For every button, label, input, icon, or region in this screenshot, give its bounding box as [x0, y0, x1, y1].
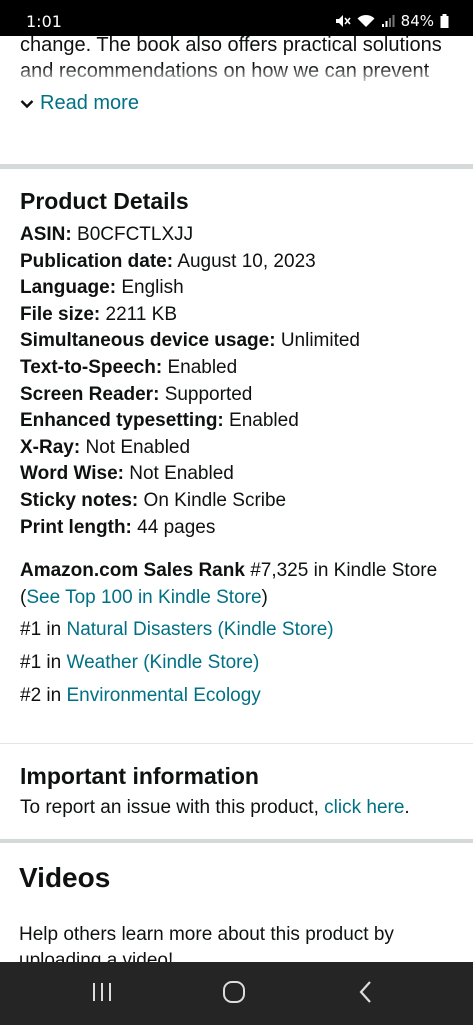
- mute-icon: [335, 14, 351, 28]
- section-divider: [0, 743, 473, 744]
- read-more-label: Read more: [40, 92, 139, 114]
- sales-rank-label: Amazon.com Sales Rank: [20, 560, 245, 581]
- detail-row-enhanced-typesetting: Enhanced typesetting: Enabled: [20, 410, 299, 432]
- wifi-icon: [357, 14, 375, 28]
- detail-row-asin: ASIN: B0CFCTLXJJ: [20, 224, 194, 245]
- important-info-title: Important information: [20, 763, 259, 789]
- status-time: 1:01: [26, 12, 62, 31]
- videos-title: Videos: [19, 862, 111, 893]
- see-top-100-link[interactable]: See Top 100 in Kindle Store: [26, 587, 261, 608]
- home-button[interactable]: [214, 980, 254, 1008]
- category-rank-item: #1 in Natural Disasters (Kindle Store): [20, 619, 334, 640]
- important-info-text: To report an issue with this product, cl…: [20, 797, 410, 818]
- recent-apps-button[interactable]: [82, 980, 122, 1008]
- category-rank-item: #1 in Weather (Kindle Store): [20, 652, 260, 673]
- status-bar: 1:01 84%: [0, 0, 473, 36]
- category-link-environmental-ecology[interactable]: Environmental Ecology: [66, 685, 260, 706]
- detail-row-file-size: File size: 2211 KB: [20, 303, 178, 325]
- category-rank-item: #2 in Environmental Ecology: [20, 685, 261, 706]
- read-more-link[interactable]: Read more: [20, 92, 139, 115]
- videos-text: Help others learn more about this produc…: [19, 924, 394, 962]
- detail-row-word-wise: Word Wise: Not Enabled: [20, 463, 234, 485]
- detail-row-screen-reader: Screen Reader: Supported: [20, 383, 253, 405]
- product-details-list: ASIN: B0CFCTLXJJ Publication date: Augus…: [20, 222, 460, 541]
- detail-row-text-to-speech: Text-to-Speech: Enabled: [20, 356, 238, 378]
- back-chevron-icon: [358, 980, 374, 1009]
- detail-row-language: Language: English: [20, 277, 184, 299]
- chevron-down-icon: [20, 92, 34, 115]
- description-text: change. The book also offers practical s…: [20, 32, 460, 90]
- detail-row-device-usage: Simultaneous device usage: Unlimited: [20, 330, 361, 352]
- description-fade: [20, 66, 460, 90]
- product-details-title: Product Details: [20, 188, 189, 214]
- section-divider: [0, 164, 473, 169]
- recent-apps-icon: [91, 982, 113, 1007]
- battery-icon: [440, 14, 449, 28]
- detail-row-x-ray: X-Ray: Not Enabled: [20, 436, 191, 458]
- sales-rank-value: #7,325 in Kindle Store: [250, 560, 438, 581]
- category-link-natural-disasters[interactable]: Natural Disasters (Kindle Store): [66, 619, 333, 640]
- home-icon: [222, 980, 246, 1009]
- battery-percent: 84%: [400, 12, 434, 30]
- system-nav-bar: [0, 962, 473, 1025]
- section-divider: [0, 839, 473, 843]
- signal-icon: [381, 14, 395, 28]
- detail-row-publication-date: Publication date: August 10, 2023: [20, 250, 316, 272]
- detail-row-print-length: Print length: 44 pages: [20, 516, 216, 538]
- category-link-weather[interactable]: Weather (Kindle Store): [66, 652, 259, 673]
- back-button[interactable]: [346, 980, 386, 1008]
- click-here-link[interactable]: click here: [324, 797, 404, 818]
- status-icons: 84%: [335, 12, 449, 30]
- detail-row-sticky-notes: Sticky notes: On Kindle Scribe: [20, 489, 287, 511]
- sales-rank: Amazon.com Sales Rank #7,325 in Kindle S…: [20, 560, 438, 608]
